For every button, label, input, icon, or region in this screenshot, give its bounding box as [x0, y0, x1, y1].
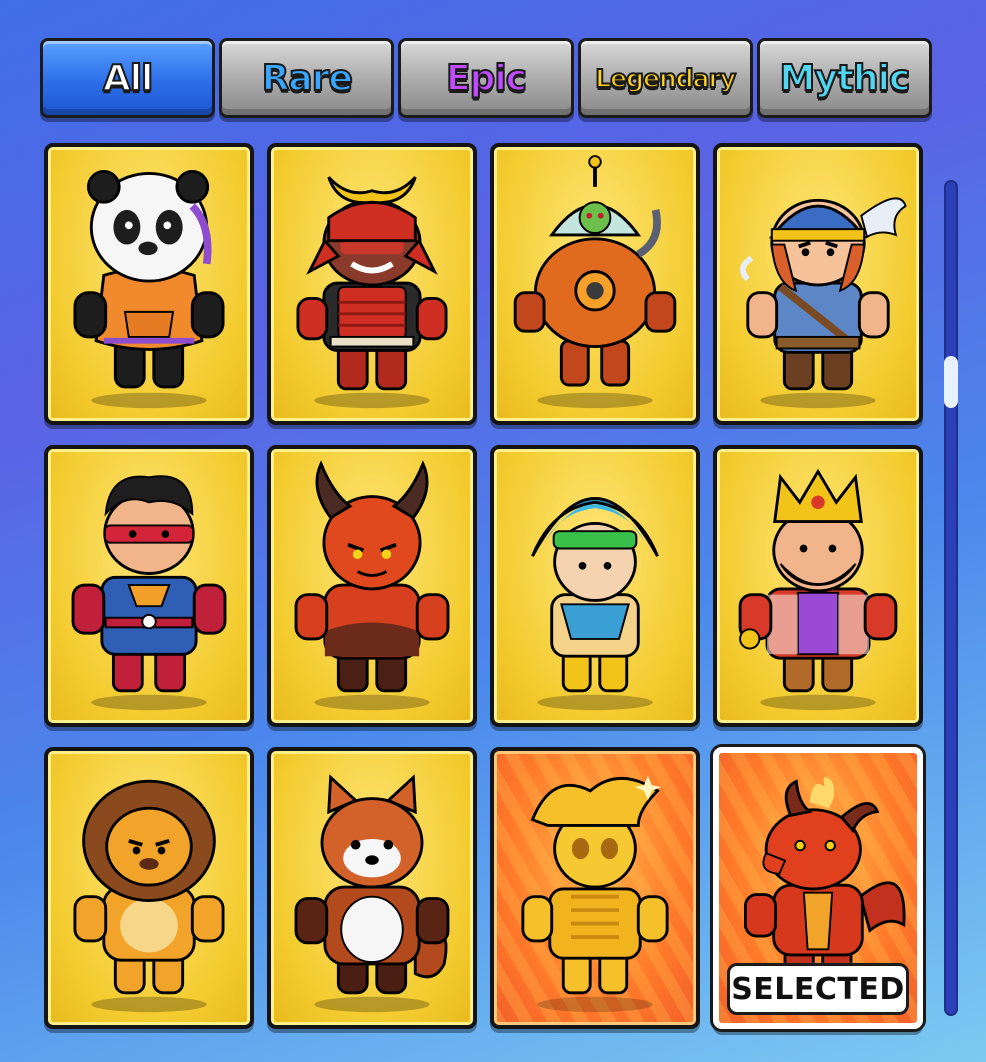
character-card[interactable] [267, 143, 477, 425]
character-card[interactable] [490, 143, 700, 425]
character-card[interactable] [267, 747, 477, 1029]
tab-mythic[interactable]: Mythic [756, 38, 933, 118]
aztec-warrior-character-icon [531, 497, 659, 711]
character-card[interactable] [44, 445, 254, 727]
superhero-character-icon [71, 475, 227, 711]
robot-diver-character-icon [513, 155, 677, 409]
character-grid: SELECTED [44, 143, 932, 1029]
tab-legendary-label: Legendary [594, 63, 737, 94]
red-panda-character-icon [294, 774, 450, 1013]
tab-rare[interactable]: Rare [219, 38, 395, 118]
selected-badge: SELECTED [727, 963, 909, 1015]
character-card[interactable] [490, 747, 700, 1029]
rarity-filter-tabs: All Rare Epic Legendary Mythic [40, 38, 933, 118]
scrollbar-thumb[interactable] [944, 356, 958, 408]
lion-character-icon [73, 779, 225, 1013]
tab-rare-label: Rare [261, 57, 354, 100]
character-card[interactable] [267, 445, 477, 727]
king-character-icon [738, 468, 898, 711]
character-card-selected[interactable]: SELECTED [713, 747, 923, 1029]
samurai-character-icon [296, 176, 448, 409]
character-card[interactable] [44, 747, 254, 1029]
tab-all[interactable]: All [40, 38, 216, 118]
character-card[interactable] [713, 445, 923, 727]
selected-badge-label: SELECTED [731, 971, 905, 1007]
tab-epic[interactable]: Epic [398, 38, 574, 118]
viking-warrior-character-icon [740, 197, 907, 409]
tab-mythic-label: Mythic [779, 57, 912, 100]
tab-legendary[interactable]: Legendary [577, 38, 753, 118]
character-card[interactable] [490, 445, 700, 727]
panda-character-icon [73, 170, 225, 409]
vertical-scrollbar[interactable] [944, 180, 958, 1016]
golden-pirate-character-icon [521, 775, 669, 1013]
devil-character-icon [294, 460, 450, 711]
character-card[interactable] [713, 143, 923, 425]
character-card[interactable] [44, 143, 254, 425]
tab-epic-label: Epic [445, 57, 528, 100]
tab-all-label: All [102, 57, 155, 100]
